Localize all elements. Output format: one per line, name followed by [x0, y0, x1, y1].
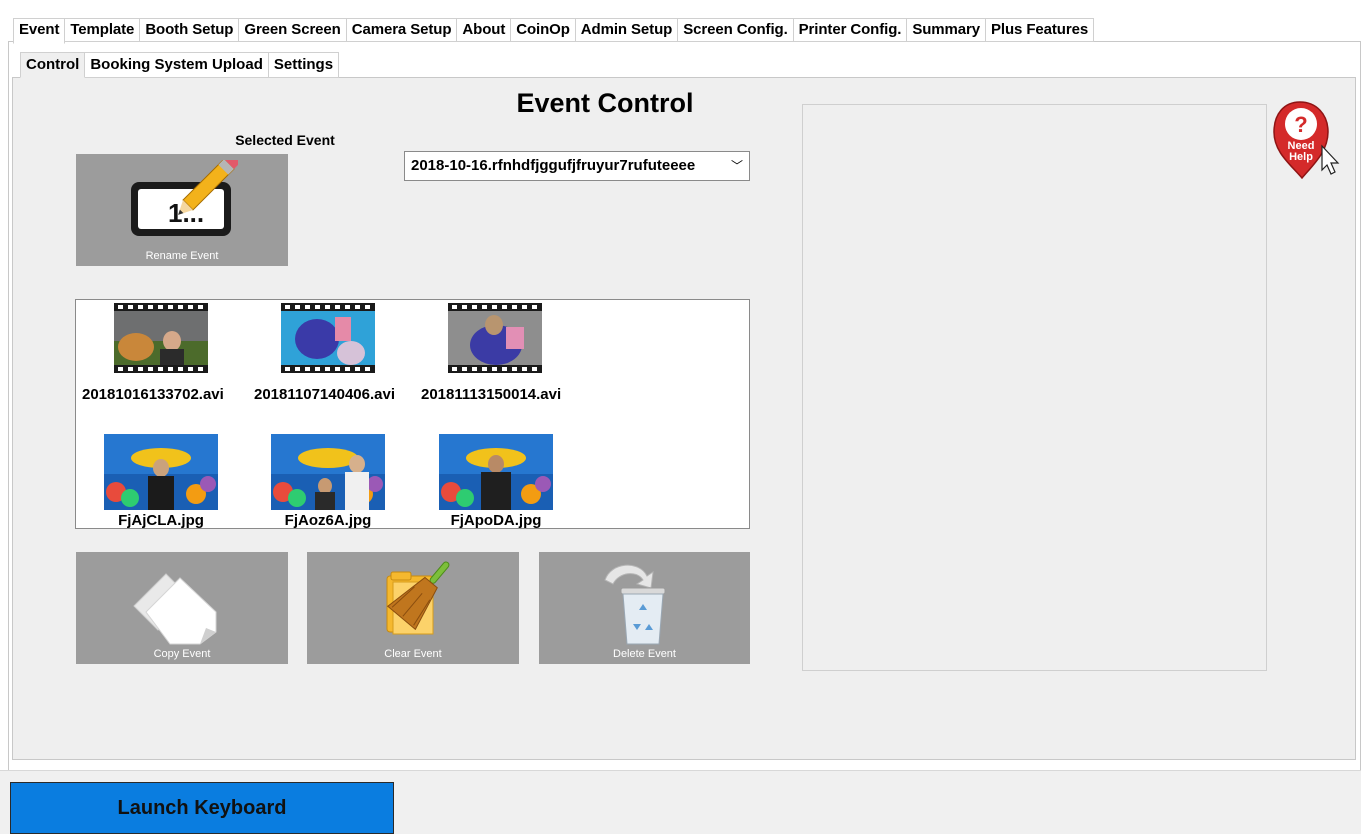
list-item[interactable]: FjAjCLA.jpg: [104, 434, 218, 529]
image-thumbnail-icon: [271, 434, 385, 510]
selected-event-label: Selected Event: [235, 132, 335, 148]
video-thumbnail-icon: [448, 303, 542, 373]
list-item[interactable]: 20181016133702.avi: [82, 303, 232, 413]
video-thumbnail-icon: [114, 303, 208, 373]
image-thumbnail-icon: [439, 434, 553, 510]
tab-booth-setup[interactable]: Booth Setup: [140, 18, 240, 42]
video-thumbnail-icon: [281, 303, 375, 373]
tab-event[interactable]: Event: [13, 18, 66, 44]
folder-broom-icon: [386, 561, 450, 635]
file-name: FjAoz6A.jpg: [284, 512, 372, 529]
need-help-button[interactable]: ? Need Help: [1270, 100, 1342, 186]
svg-text:Help: Help: [1289, 151, 1313, 163]
help-icon: ? Need Help: [1273, 101, 1340, 180]
delete-event-label: Delete Event: [613, 648, 676, 660]
event-media-list[interactable]: 20181016133702.avi 20181107140406.avi 20…: [75, 299, 750, 529]
tab-control[interactable]: Control: [20, 52, 86, 78]
list-item[interactable]: 20181107140406.avi: [249, 303, 409, 413]
clear-event-label: Clear Event: [384, 648, 442, 660]
tab-printer-config[interactable]: Printer Config.: [793, 18, 908, 42]
tab-camera-setup[interactable]: Camera Setup: [346, 18, 458, 42]
tab-summary[interactable]: Summary: [907, 18, 986, 42]
tab-about[interactable]: About: [457, 18, 512, 42]
selected-event-dropdown[interactable]: 2018-10-16.rfnhdfjggufjfruyur7rufuteeee …: [404, 151, 750, 181]
list-item[interactable]: 20181113150014.avi: [416, 303, 576, 413]
tab-coinop[interactable]: CoinOp: [511, 18, 576, 42]
svg-text:?: ?: [1294, 112, 1307, 137]
rename-event-button[interactable]: 1... Rename Event: [76, 154, 288, 266]
rename-icon: 1...: [131, 160, 238, 236]
file-name: FjApoDA.jpg: [450, 512, 542, 529]
recycle-bin-icon: [604, 564, 666, 645]
tab-plus-features[interactable]: Plus Features: [986, 18, 1095, 42]
sub-tab-strip: Control Booking System Upload Settings: [20, 52, 340, 78]
tab-admin-setup[interactable]: Admin Setup: [575, 18, 679, 42]
tab-booking-system-upload[interactable]: Booking System Upload: [85, 52, 269, 78]
clear-event-button[interactable]: Clear Event: [307, 552, 519, 664]
list-item[interactable]: FjAoz6A.jpg: [271, 434, 385, 529]
event-preview-panel: [802, 104, 1267, 671]
delete-event-button[interactable]: Delete Event: [539, 552, 750, 664]
copy-event-button[interactable]: Copy Event: [76, 552, 288, 664]
image-thumbnail-icon: [104, 434, 218, 510]
copy-event-label: Copy Event: [153, 648, 211, 660]
file-name: 20181016133702.avi: [82, 386, 224, 403]
selected-event-value: 2018-10-16.rfnhdfjggufjfruyur7rufuteeee: [411, 157, 696, 174]
file-name: 20181107140406.avi: [254, 386, 395, 403]
chevron-down-icon: ﹀: [730, 159, 743, 173]
copy-icon: [133, 573, 217, 645]
launch-keyboard-button[interactable]: Launch Keyboard: [10, 782, 394, 834]
main-tab-strip: Event Template Booth Setup Green Screen …: [13, 18, 1095, 44]
rename-event-label: Rename Event: [145, 250, 219, 262]
tab-template[interactable]: Template: [65, 18, 141, 42]
list-item[interactable]: FjApoDA.jpg: [439, 434, 553, 529]
tab-screen-config[interactable]: Screen Config.: [678, 18, 794, 42]
page-title: Event Control: [516, 88, 694, 118]
file-name: 20181113150014.avi: [421, 386, 562, 403]
file-name: FjAjCLA.jpg: [118, 512, 204, 529]
tab-green-screen[interactable]: Green Screen: [239, 18, 347, 42]
tab-settings[interactable]: Settings: [268, 52, 340, 78]
